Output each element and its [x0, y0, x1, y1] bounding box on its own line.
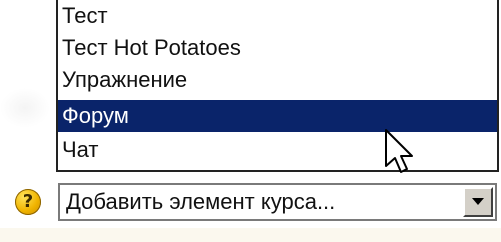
dropdown-option-exercise[interactable]: Упражнение [58, 64, 497, 96]
chevron-down-icon [472, 198, 484, 205]
add-activity-select[interactable]: Добавить элемент курса... [58, 183, 497, 221]
dropdown-option-test[interactable]: Тест [58, 0, 497, 32]
help-icon[interactable]: ? [15, 189, 41, 215]
mouse-pointer-icon [385, 129, 413, 173]
background-smudge [0, 88, 50, 128]
dropdown-option-forum[interactable]: Форум [58, 100, 497, 132]
dropdown-option-chat[interactable]: Чат [58, 134, 497, 166]
activity-dropdown-list[interactable]: Тест Тест Hot Potatoes Упражнение Форум … [56, 0, 499, 172]
select-current-value: Добавить элемент курса... [66, 189, 336, 214]
dropdown-option-hot-potatoes[interactable]: Тест Hot Potatoes [58, 32, 497, 64]
page-bottom-band [0, 228, 501, 242]
select-arrow-button[interactable] [463, 187, 493, 217]
